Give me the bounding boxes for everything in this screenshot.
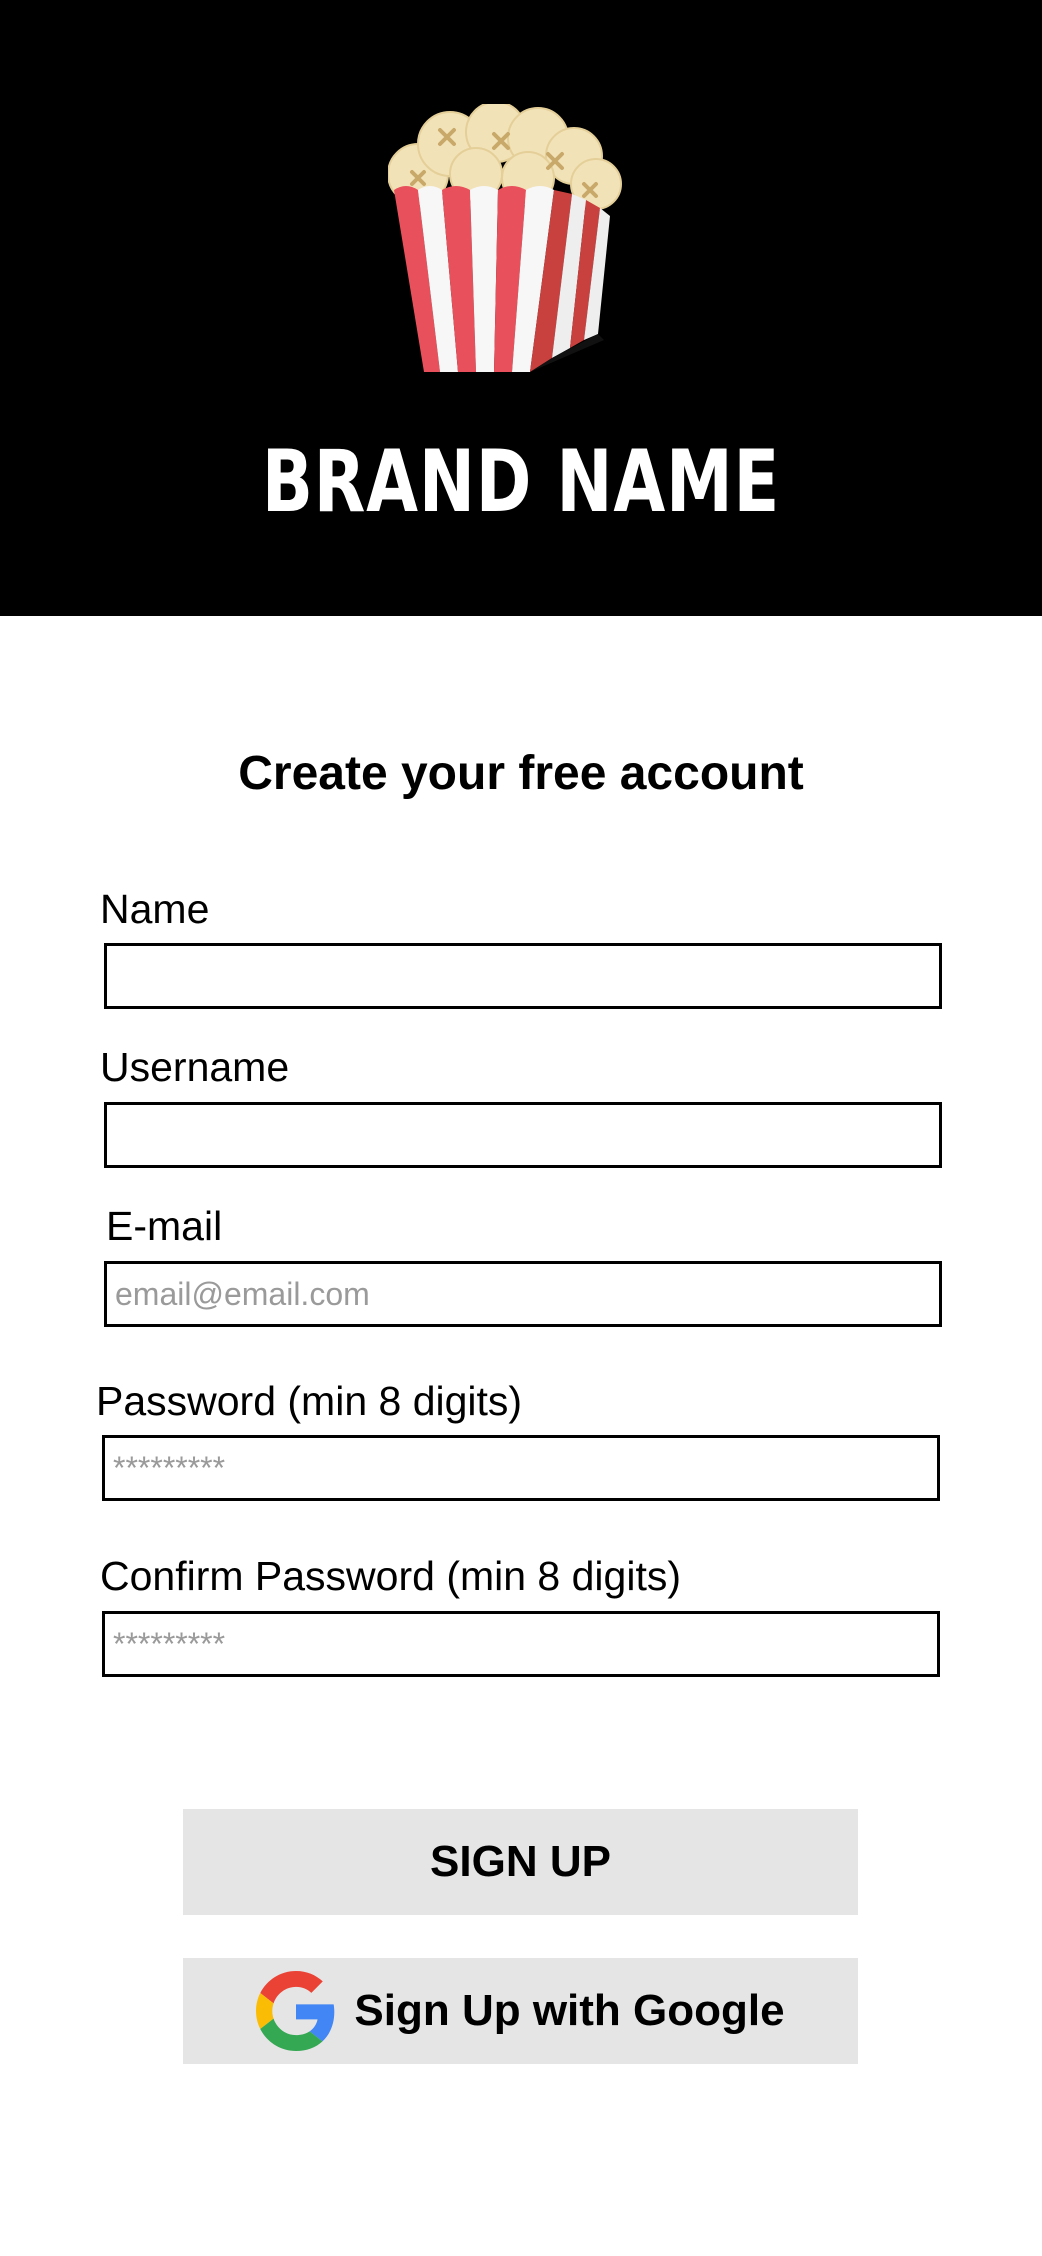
sign-up-button[interactable]: SIGN UP (183, 1809, 858, 1915)
password-field[interactable] (102, 1435, 940, 1501)
username-field[interactable] (104, 1102, 942, 1168)
google-g-icon (256, 1971, 335, 2051)
sign-up-label: SIGN UP (430, 1837, 611, 1886)
google-sign-up-label: Sign Up with Google (354, 1986, 785, 2035)
name-label: Name (100, 886, 210, 932)
google-sign-up-button[interactable]: Sign Up with Google (183, 1958, 858, 2064)
username-label: Username (100, 1044, 290, 1090)
name-field[interactable] (104, 943, 942, 1009)
email-label: E-mail (106, 1203, 223, 1249)
password-label: Password (min 8 digits) (96, 1378, 523, 1424)
confirm-password-label: Confirm Password (min 8 digits) (100, 1553, 681, 1599)
email-field[interactable] (104, 1261, 942, 1327)
confirm-password-field[interactable] (102, 1611, 940, 1677)
page-title: Create your free account (238, 747, 804, 800)
header-banner: BRAND NAME (0, 0, 1042, 616)
brand-name: BRAND NAME (261, 432, 781, 532)
popcorn-icon (388, 104, 622, 372)
